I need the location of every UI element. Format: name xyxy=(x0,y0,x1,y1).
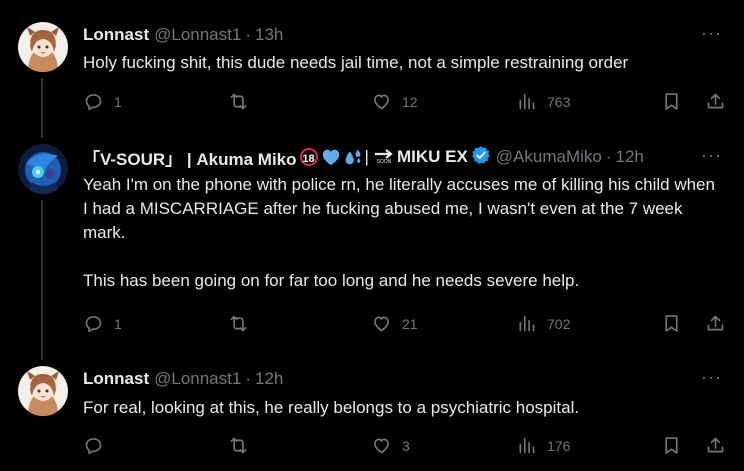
share-icon xyxy=(707,437,724,453)
views-button[interactable]: 176 xyxy=(516,435,570,456)
retweet-icon xyxy=(230,93,247,110)
tweet-text: Holy fucking shit, this dude needs jail … xyxy=(83,53,629,72)
avatar[interactable] xyxy=(18,144,68,194)
like-icon xyxy=(374,94,389,110)
avatar[interactable] xyxy=(18,366,68,416)
tweet-header: Lonnast @Lonnast1 · 12h xyxy=(83,368,734,390)
tweet-header: 「V-SOUR」 | Akuma Miko 18 | SOON MIKU EX … xyxy=(83,146,734,168)
tweet[interactable]: 「V-SOUR」 | Akuma Miko 18 | SOON MIKU EX … xyxy=(0,130,744,360)
display-name[interactable]: 「V-SOUR」 | Akuma Miko xyxy=(83,146,297,169)
more-options-icon[interactable]: ··· xyxy=(701,24,722,48)
timestamp[interactable]: 13h xyxy=(255,25,283,45)
soon-arrow-icon: SOON xyxy=(373,149,395,165)
user-handle[interactable]: @Lonnast1 xyxy=(154,25,241,45)
like-icon xyxy=(374,438,389,454)
separator: · xyxy=(605,147,612,166)
tweet[interactable]: Lonnast @Lonnast1 · 13h ··· Holy fucking… xyxy=(0,0,744,130)
share-button[interactable] xyxy=(705,313,726,334)
retweet-button[interactable] xyxy=(228,435,259,456)
name-emojis: 18 | SOON xyxy=(299,147,395,167)
blue-heart-icon xyxy=(322,149,339,166)
more-options-icon[interactable]: ··· xyxy=(701,368,722,392)
like-button[interactable]: 21 xyxy=(371,313,418,334)
like-icon xyxy=(374,316,389,332)
reply-icon xyxy=(85,316,102,333)
bookmark-icon xyxy=(665,93,678,110)
tweet-text: For real, looking at this, he really bel… xyxy=(83,398,580,417)
bookmark-button[interactable] xyxy=(661,435,682,456)
timestamp[interactable]: 12h xyxy=(616,147,644,167)
reply-button[interactable] xyxy=(83,435,114,456)
reply-icon xyxy=(85,94,102,111)
views-icon xyxy=(519,315,535,332)
retweet-button[interactable] xyxy=(228,313,259,334)
separator: · xyxy=(245,25,251,44)
user-handle[interactable]: @Lonnast1 xyxy=(154,369,241,389)
retweet-button[interactable] xyxy=(228,91,259,112)
display-name[interactable]: Lonnast xyxy=(83,25,149,45)
views-button[interactable]: 702 xyxy=(516,313,570,334)
display-name[interactable]: Lonnast xyxy=(83,369,149,389)
share-button[interactable] xyxy=(705,91,726,112)
views-icon xyxy=(519,437,535,454)
like-count: 21 xyxy=(402,315,418,332)
separator-bar: | xyxy=(364,147,369,166)
share-icon xyxy=(707,315,724,331)
retweet-icon xyxy=(230,315,247,332)
reply-count: 1 xyxy=(114,93,122,110)
views-icon xyxy=(519,93,535,110)
like-button[interactable]: 3 xyxy=(371,435,410,456)
bookmark-button[interactable] xyxy=(661,313,682,334)
tweet-header: Lonnast @Lonnast1 · 13h xyxy=(83,24,734,46)
action-bar: 1 21 702 xyxy=(0,313,744,337)
bookmark-button[interactable] xyxy=(661,91,682,112)
action-bar: 3 176 xyxy=(0,435,744,459)
reply-count: 1 xyxy=(114,315,122,332)
verified-badge-icon[interactable] xyxy=(471,146,491,168)
reply-button[interactable]: 1 xyxy=(83,313,122,334)
action-bar: 1 12 763 xyxy=(0,91,744,115)
views-count: 702 xyxy=(547,315,571,332)
bookmark-icon xyxy=(665,315,678,332)
display-name-suffix[interactable]: MIKU EX xyxy=(397,147,468,167)
views-count: 176 xyxy=(547,437,571,454)
reply-button[interactable]: 1 xyxy=(83,91,122,112)
views-button[interactable]: 763 xyxy=(516,91,570,112)
share-icon xyxy=(707,93,724,109)
no-under-18-icon: 18 xyxy=(299,148,318,166)
tweet[interactable]: Lonnast @Lonnast1 · 12h ··· For real, lo… xyxy=(0,360,744,471)
tweet-text: Yeah I'm on the phone with police rn, he… xyxy=(83,175,715,290)
timestamp[interactable]: 12h xyxy=(255,369,283,389)
like-button[interactable]: 12 xyxy=(371,91,418,112)
sweat-droplets-icon xyxy=(345,149,360,165)
more-options-icon[interactable]: ··· xyxy=(701,146,722,170)
like-count: 3 xyxy=(402,437,410,454)
user-handle[interactable]: @AkumaMiko xyxy=(496,147,602,167)
share-button[interactable] xyxy=(705,435,726,456)
avatar[interactable] xyxy=(18,22,68,72)
retweet-icon xyxy=(230,437,247,454)
reply-icon xyxy=(85,438,102,455)
separator: · xyxy=(245,369,251,388)
soon-label: SOON xyxy=(376,159,392,165)
views-count: 763 xyxy=(547,93,571,110)
like-count: 12 xyxy=(402,93,418,110)
bookmark-icon xyxy=(665,437,678,454)
